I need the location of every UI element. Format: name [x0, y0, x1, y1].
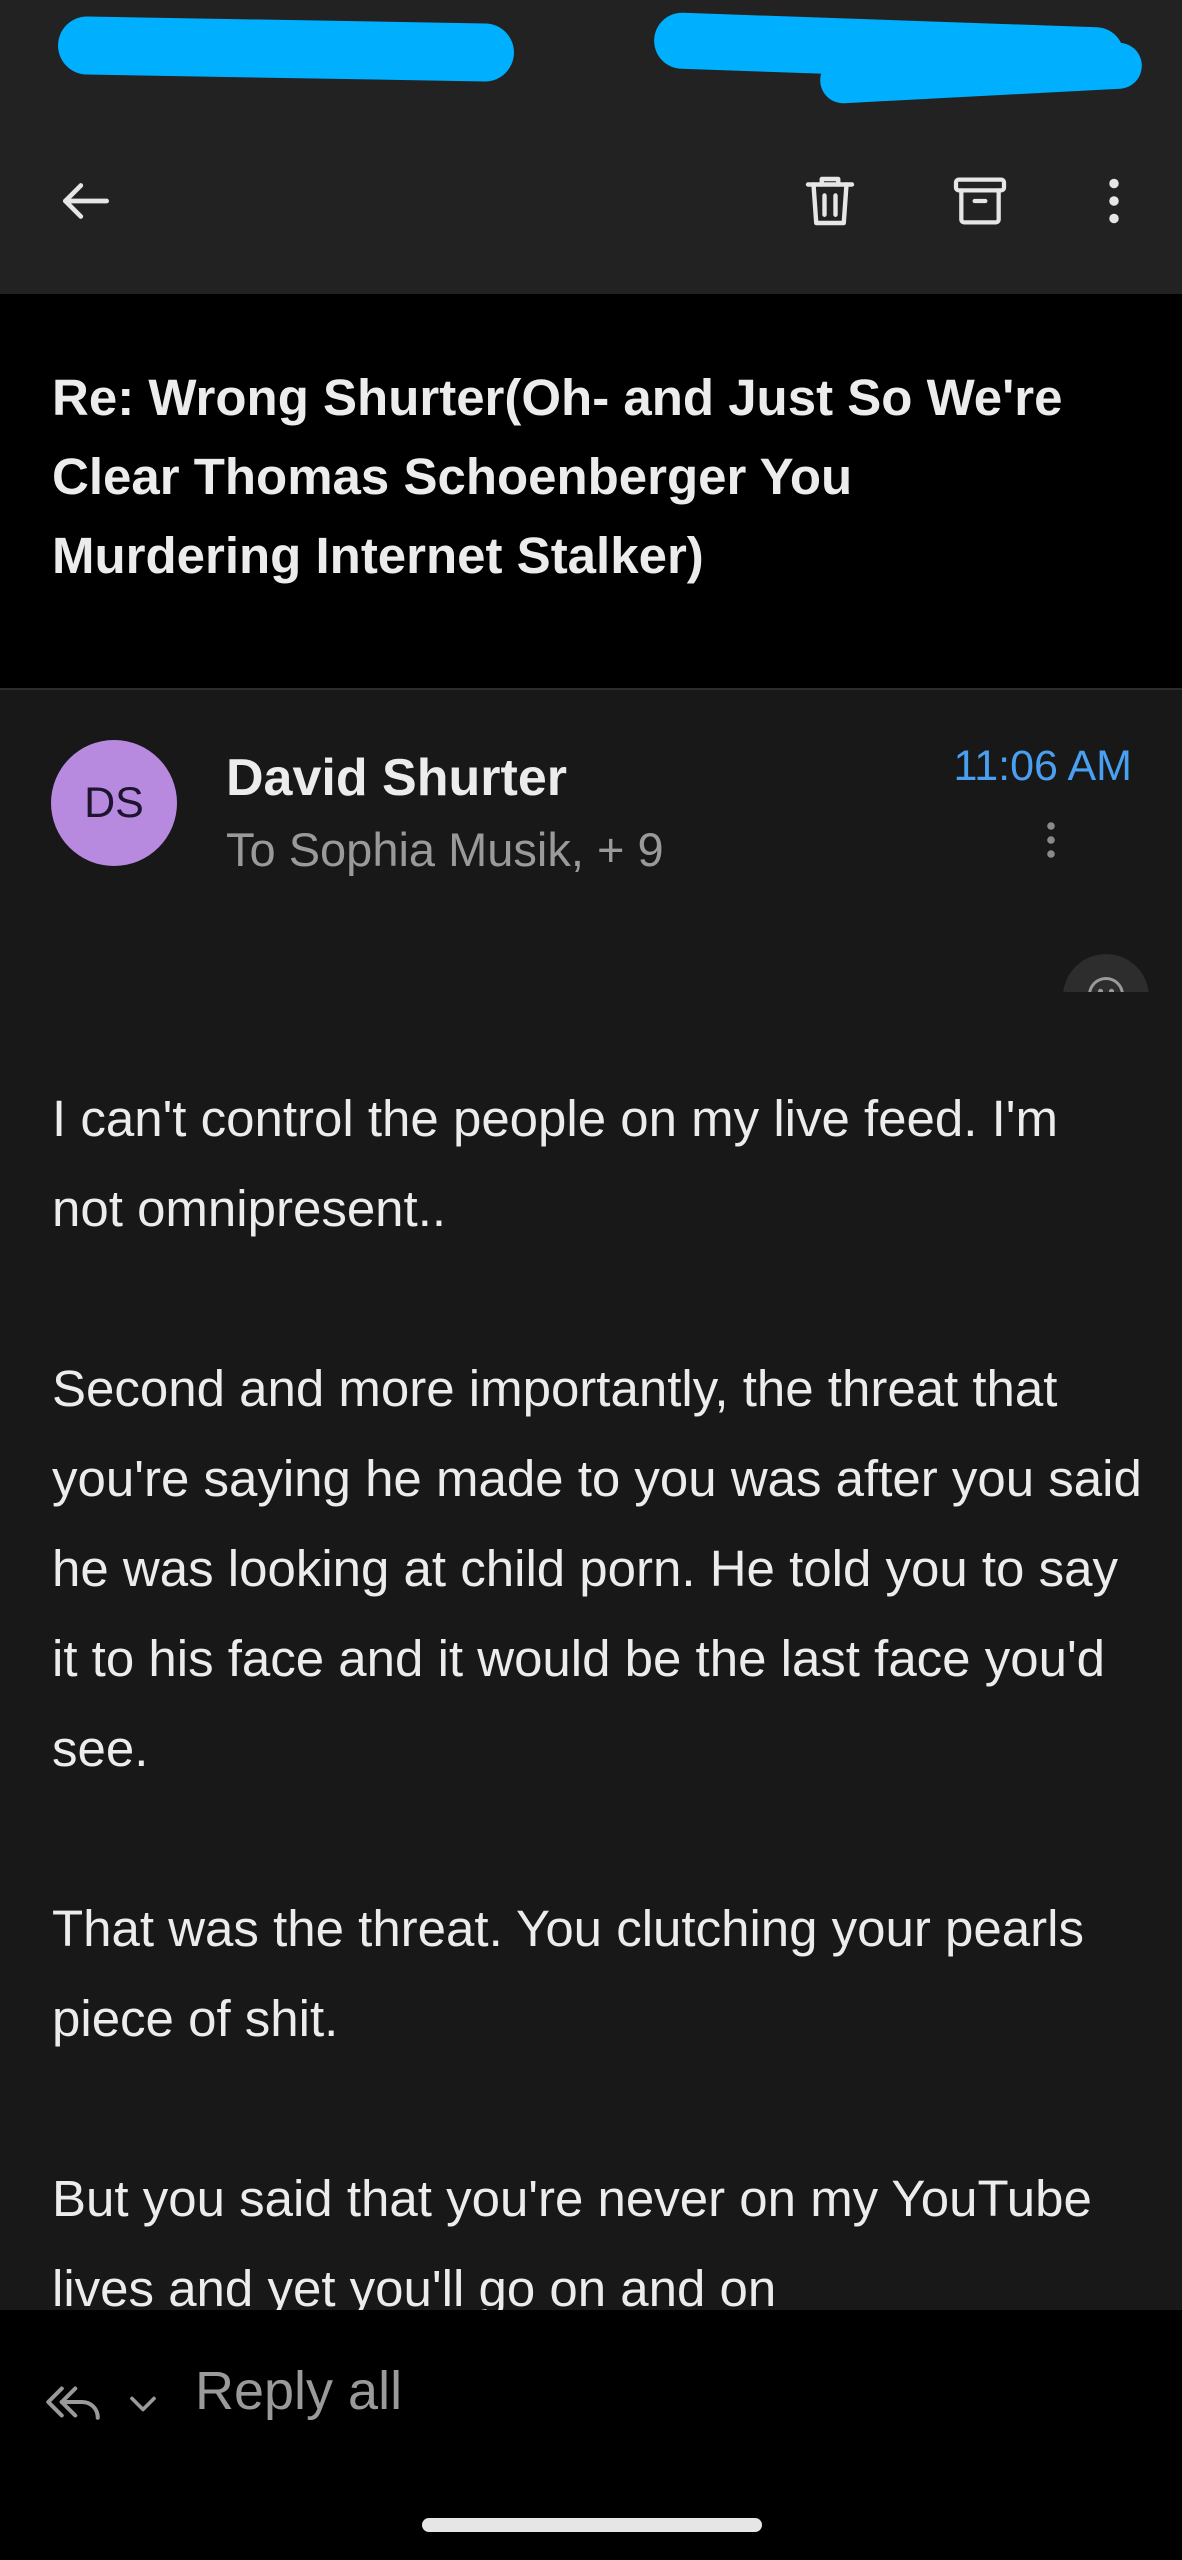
more-vertical-icon: [1027, 810, 1075, 870]
chevron-down-icon: [121, 2382, 165, 2426]
sender-name: David Shurter: [226, 749, 567, 807]
body-paragraph: I can't control the people on my live fe…: [52, 1090, 1059, 1237]
more-options-button[interactable]: [1072, 159, 1156, 243]
home-indicator[interactable]: [422, 2518, 762, 2532]
archive-button[interactable]: [938, 159, 1022, 243]
top-app-bar: [0, 108, 1182, 294]
delete-button[interactable]: [788, 159, 872, 243]
reply-bar: Reply all: [0, 2310, 1182, 2560]
reply-all-icon-button[interactable]: [38, 2362, 108, 2442]
body-paragraph: But you said that you're never on my You…: [52, 2170, 1092, 2310]
trash-icon: [797, 168, 863, 234]
redaction-mark-left: [57, 16, 515, 82]
arrow-left-icon: [55, 170, 117, 232]
message-header[interactable]: DS David Shurter To Sophia Musik, + 9 11…: [0, 692, 1182, 1040]
body-paragraph: That was the threat. You clutching your …: [52, 1900, 1084, 2047]
recipients-summary[interactable]: To Sophia Musik, + 9: [226, 822, 664, 877]
archive-icon: [948, 169, 1012, 233]
more-vertical-icon: [1084, 171, 1144, 231]
status-bar: [0, 0, 1182, 108]
back-button[interactable]: [44, 159, 128, 243]
subject-area: Re: Wrong Shurter(Oh- and Just So We're …: [0, 294, 1182, 690]
reply-options-button[interactable]: [115, 2372, 171, 2436]
reply-all-button[interactable]: Reply all: [195, 2360, 402, 2422]
email-subject: Re: Wrong Shurter(Oh- and Just So We're …: [52, 369, 1063, 584]
body-paragraph: Second and more importantly, the threat …: [52, 1360, 1142, 1777]
reply-all-icon: [41, 2375, 105, 2429]
avatar[interactable]: DS: [51, 740, 177, 866]
message-more-button[interactable]: [1020, 802, 1082, 878]
message-body: I can't control the people on my live fe…: [0, 992, 1182, 2310]
message-time: 11:06 AM: [953, 742, 1133, 790]
